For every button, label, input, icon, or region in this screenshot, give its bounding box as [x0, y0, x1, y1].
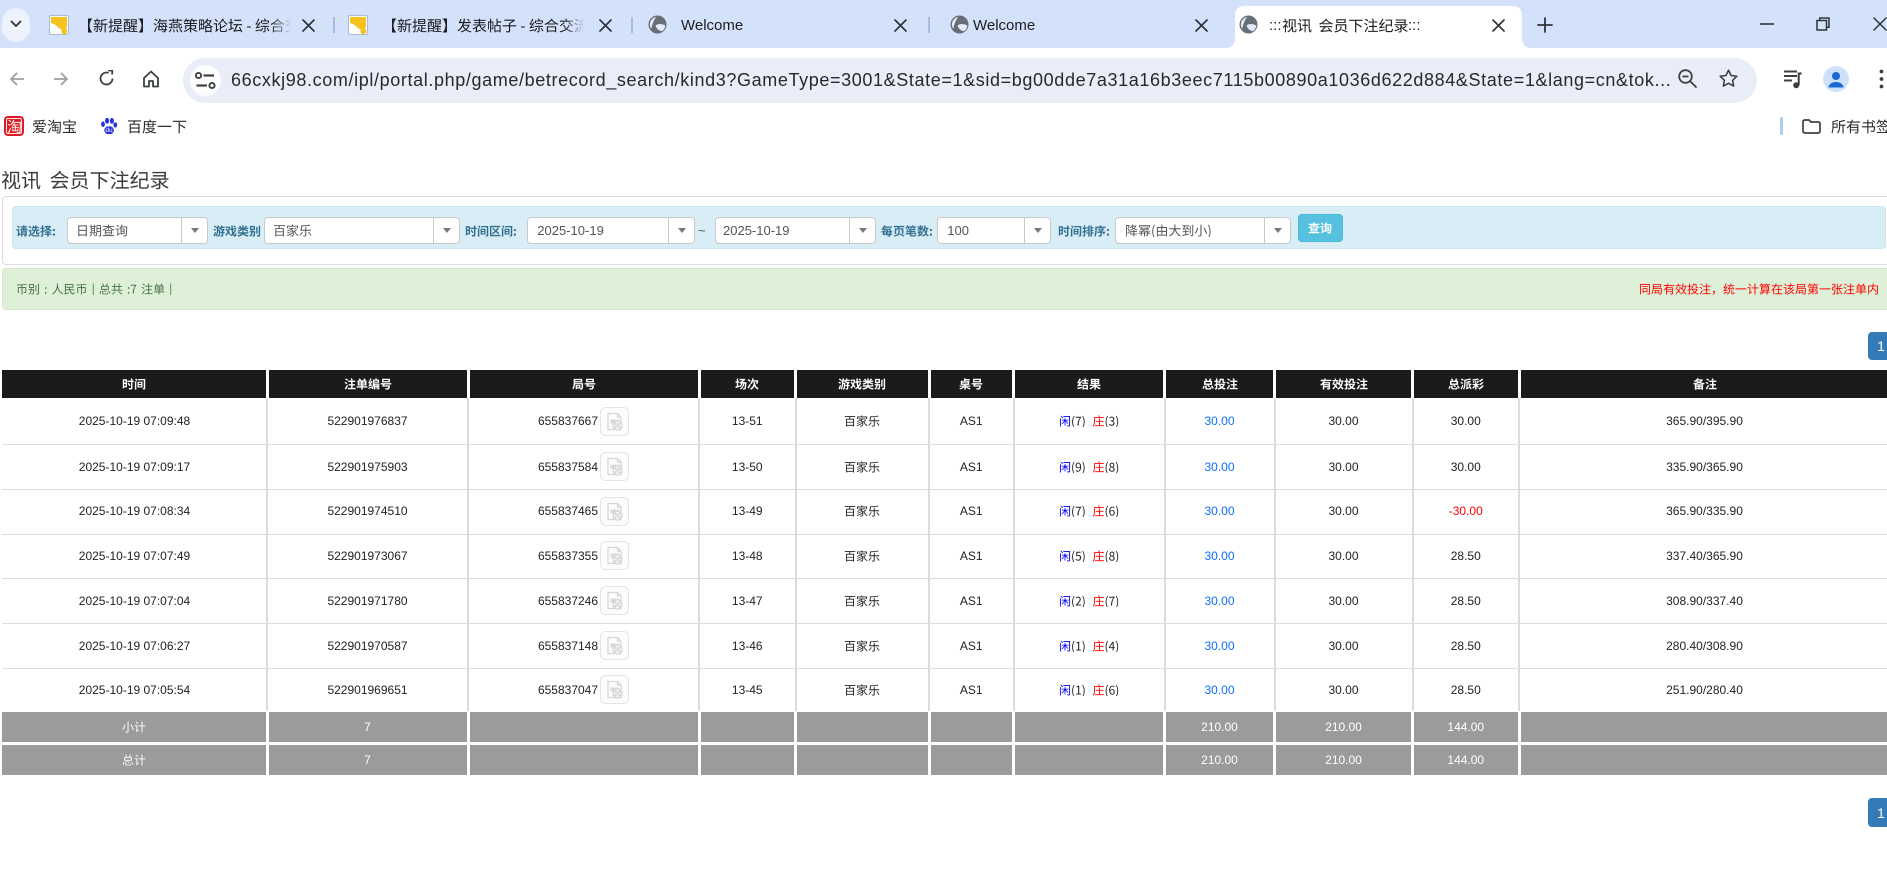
svg-text:du: du: [105, 127, 113, 134]
